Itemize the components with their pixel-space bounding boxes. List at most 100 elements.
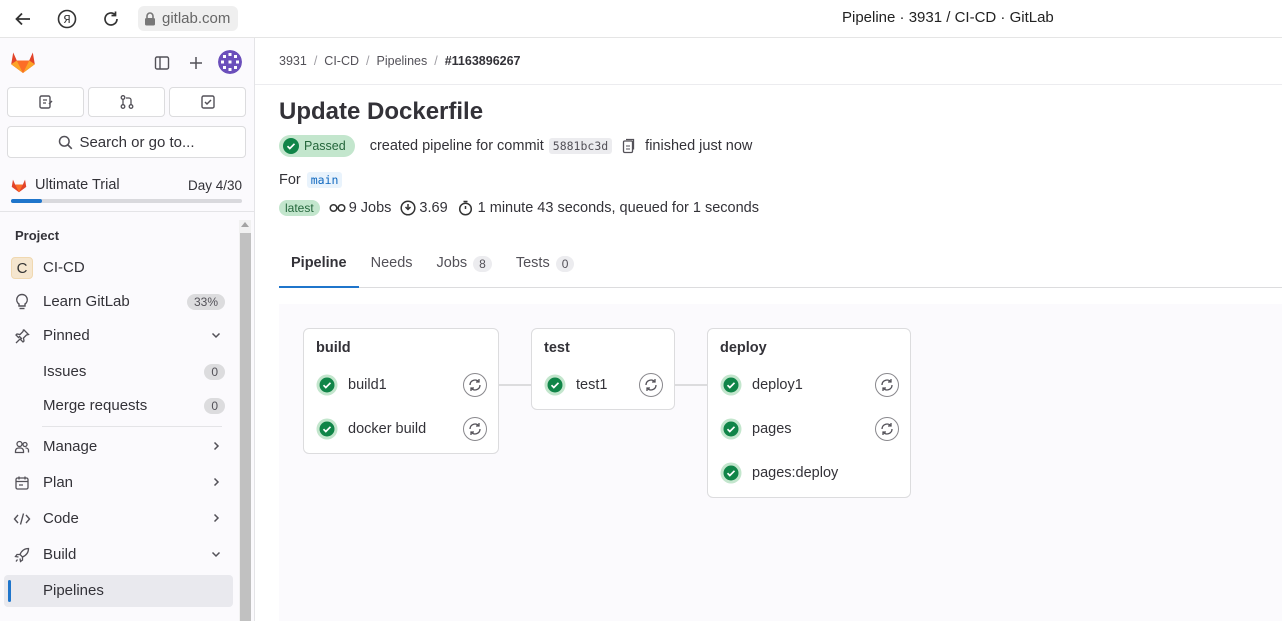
job-deploy1[interactable]: deploy1 xyxy=(720,372,803,398)
breadcrumb-item[interactable]: CI-CD xyxy=(324,54,359,68)
sidebar-toggle-icon[interactable] xyxy=(151,52,173,74)
duration: 1 minute 43 seconds, queued for 1 second… xyxy=(458,200,759,216)
status-success-icon xyxy=(283,138,299,154)
issues-count-badge: 0 xyxy=(204,364,225,380)
sidebar-item-plan[interactable]: Plan xyxy=(4,467,233,499)
code-icon xyxy=(13,510,31,528)
merge-requests-count-badge: 0 xyxy=(204,398,225,414)
back-arrow-icon[interactable] xyxy=(12,8,34,30)
stage-connector xyxy=(674,384,707,386)
chevron-right-icon xyxy=(210,476,222,488)
project-avatar: C xyxy=(11,257,33,279)
sidebar-nav: Project C CI-CD Learn GitLab 33% Pinned xyxy=(0,212,254,621)
address-bar[interactable]: gitlab.com xyxy=(138,6,239,31)
trial-progress-bar xyxy=(11,199,242,203)
breadcrumb: 3931 / CI-CD / Pipelines / #1163896267 xyxy=(279,54,521,68)
job-success-icon xyxy=(720,462,742,484)
retry-icon[interactable] xyxy=(463,417,487,441)
pipeline-tabs: Pipeline Needs Jobs 8 Tests 0 xyxy=(279,248,1282,288)
status-badge[interactable]: Passed xyxy=(279,135,355,157)
job-build1[interactable]: build1 xyxy=(316,372,387,398)
sidebar: Search or go to... Ultimate Trial Day 4/… xyxy=(0,38,255,621)
sidebar-item-pinned[interactable]: Pinned xyxy=(4,320,233,352)
chevron-down-icon xyxy=(210,329,222,341)
trial-label: Ultimate Trial xyxy=(35,177,120,193)
compute-credits: 3.69 xyxy=(400,200,448,216)
retry-icon[interactable] xyxy=(463,373,487,397)
retry-icon[interactable] xyxy=(875,373,899,397)
lock-icon xyxy=(144,11,156,26)
branch-name[interactable]: main xyxy=(306,172,343,188)
gitlab-trial-icon xyxy=(11,178,27,193)
job-docker-build[interactable]: docker build xyxy=(316,416,426,442)
tests-count-badge: 0 xyxy=(555,256,575,272)
search-button[interactable]: Search or go to... xyxy=(7,126,246,158)
page-title: Update Dockerfile xyxy=(279,98,484,125)
scroll-up-arrow-icon[interactable] xyxy=(241,222,249,227)
pipeline-status-row: Passed created pipeline for commit 5881b… xyxy=(279,135,752,157)
avatar[interactable] xyxy=(218,50,242,74)
svg-text:Я: Я xyxy=(63,13,71,26)
retry-icon[interactable] xyxy=(875,417,899,441)
assigned-issues-button[interactable] xyxy=(7,87,84,117)
sidebar-item-pipelines[interactable]: Pipelines xyxy=(4,575,233,607)
commit-sha[interactable]: 5881bc3d xyxy=(548,138,613,154)
sidebar-item-build[interactable]: Build xyxy=(4,539,233,571)
sidebar-item-label: Build xyxy=(43,546,77,563)
jobs-count: 9 Jobs xyxy=(329,200,391,216)
created-text: created pipeline for commit xyxy=(369,138,544,154)
sidebar-item-code[interactable]: Code xyxy=(4,503,233,535)
sidebar-item-project[interactable]: C CI-CD xyxy=(4,252,233,284)
issues-icon xyxy=(38,94,54,110)
sidebar-item-label: Code xyxy=(43,510,79,527)
breadcrumb-current[interactable]: #1163896267 xyxy=(445,54,521,68)
nav-divider xyxy=(42,426,222,427)
job-pages[interactable]: pages xyxy=(720,416,792,442)
bulb-icon xyxy=(13,293,31,311)
job-name: deploy1 xyxy=(752,377,803,393)
breadcrumb-item[interactable]: 3931 xyxy=(279,54,307,68)
gitlab-logo-icon[interactable] xyxy=(10,50,36,74)
users-icon xyxy=(13,438,31,456)
sidebar-item-label: Learn GitLab xyxy=(43,293,130,310)
merge-requests-button[interactable] xyxy=(88,87,165,117)
pipeline-meta-row: latest 9 Jobs 3.69 1 minute 43 seconds, … xyxy=(279,200,759,216)
sidebar-scroll-thumb[interactable] xyxy=(240,233,251,621)
jobs-count-badge: 8 xyxy=(473,256,492,272)
retry-icon[interactable] xyxy=(639,373,663,397)
pipeline-icon xyxy=(329,202,346,214)
yandex-icon[interactable]: Я xyxy=(56,8,78,30)
trial-widget[interactable]: Ultimate Trial Day 4/30 xyxy=(11,177,242,193)
plus-icon[interactable] xyxy=(185,52,207,74)
reload-icon[interactable] xyxy=(100,8,122,30)
sidebar-item-learn-gitlab[interactable]: Learn GitLab 33% xyxy=(4,286,233,318)
stage-title: test xyxy=(544,340,570,356)
sidebar-item-manage[interactable]: Manage xyxy=(4,431,233,463)
breadcrumb-divider xyxy=(255,84,1282,85)
todo-list-button[interactable] xyxy=(169,87,246,117)
trial-day: Day 4/30 xyxy=(187,177,242,193)
stage-connector xyxy=(498,384,531,386)
chevron-down-icon xyxy=(210,548,222,560)
sidebar-item-merge-requests[interactable]: Merge requests 0 xyxy=(4,390,233,422)
calendar-icon xyxy=(13,474,31,492)
tab-tests[interactable]: Tests 0 xyxy=(504,248,587,287)
sidebar-item-label: Issues xyxy=(43,363,87,380)
tab-needs[interactable]: Needs xyxy=(359,248,425,287)
job-pages-deploy[interactable]: pages:deploy xyxy=(720,460,838,486)
tab-jobs[interactable]: Jobs 8 xyxy=(425,248,504,287)
sidebar-item-label: Pipelines xyxy=(43,582,104,599)
sidebar-item-issues[interactable]: Issues 0 xyxy=(4,356,233,388)
job-test1[interactable]: test1 xyxy=(544,372,607,398)
sidebar-item-label: Pinned xyxy=(43,327,90,344)
status-badge-label: Passed xyxy=(304,139,346,153)
sidebar-item-label: Merge requests xyxy=(43,397,148,414)
copy-icon[interactable] xyxy=(622,138,636,154)
sidebar-item-label: CI-CD xyxy=(43,259,85,276)
breadcrumb-item[interactable]: Pipelines xyxy=(377,54,428,68)
compute-minutes-icon xyxy=(400,200,416,216)
job-success-icon xyxy=(316,374,338,396)
todo-check-icon xyxy=(200,94,216,110)
pin-icon xyxy=(13,327,31,345)
tab-pipeline[interactable]: Pipeline xyxy=(279,248,359,288)
